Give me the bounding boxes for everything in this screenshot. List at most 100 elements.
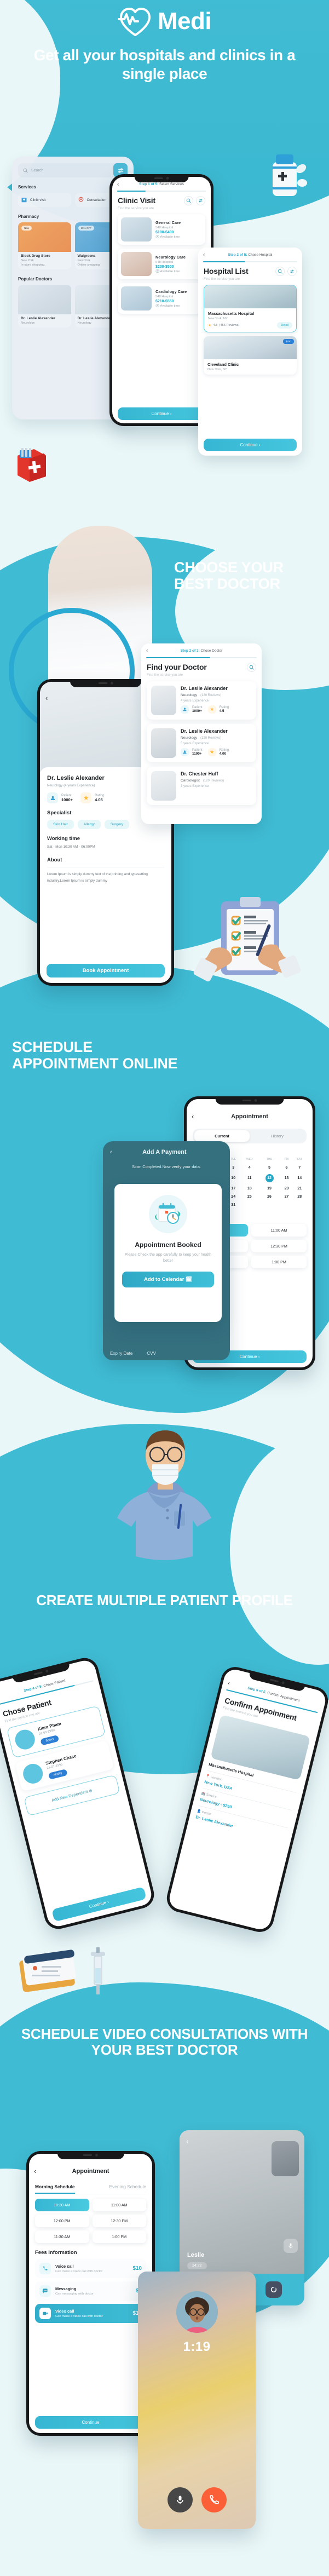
- calendar-day[interactable]: 18: [241, 1185, 258, 1193]
- fees-phone: ‹ Appointment Morning Schedule Evening S…: [26, 2151, 155, 2436]
- calendar-day[interactable]: 6: [281, 1164, 293, 1172]
- star-icon: ★: [207, 748, 216, 756]
- doctor-photo: [151, 686, 176, 715]
- chevron-left-icon[interactable]: ‹: [186, 2137, 189, 2146]
- tab-evening-schedule[interactable]: Evening Schedule: [109, 2184, 146, 2194]
- time-slot[interactable]: 1:00 PM: [92, 2230, 146, 2243]
- fee-option-video-call[interactable]: Video call Can make a video call with do…: [35, 2304, 146, 2323]
- star-icon: ★: [80, 792, 92, 803]
- back-button[interactable]: ‹: [117, 181, 125, 187]
- service-row[interactable]: Cardiology Care 548 Hospital $210-$550 🕘…: [118, 283, 205, 314]
- doctor-list-item[interactable]: Dr. Leslie Alexander Neurology (120 Revie…: [147, 724, 256, 762]
- calendar-day[interactable]: 19: [258, 1185, 281, 1193]
- search-icon[interactable]: [275, 267, 285, 276]
- hospital-price: $750: [282, 339, 294, 344]
- search-icon[interactable]: [184, 196, 193, 205]
- book-appointment-button[interactable]: Book Appointment: [47, 964, 165, 978]
- phone-notch: [215, 1096, 284, 1105]
- calendar-day[interactable]: 21: [292, 1185, 307, 1193]
- continue-button[interactable]: Continue ›: [118, 407, 205, 420]
- time-slot[interactable]: 11:30 AM: [35, 2230, 89, 2243]
- mic-icon[interactable]: [167, 2487, 193, 2512]
- calendar-day-selected[interactable]: 12: [258, 1172, 281, 1185]
- hospital-detail-button[interactable]: Detail: [277, 322, 292, 329]
- service-image: [121, 286, 152, 311]
- doctor-list-item[interactable]: Dr. Leslie Alexander Neurology (120 Revie…: [147, 681, 256, 720]
- tab-morning-schedule[interactable]: Morning Schedule: [35, 2184, 75, 2194]
- fee-option-voice-call[interactable]: Voice call Can make a voice call with do…: [35, 2259, 146, 2278]
- back-button[interactable]: ‹: [45, 694, 48, 702]
- self-view-pip[interactable]: [272, 2141, 299, 2176]
- doctor-stats: Patient 1100+ ★ Rating 4.00: [181, 748, 252, 756]
- time-slot[interactable]: 11:00 AM: [92, 2199, 146, 2211]
- continue-button[interactable]: Continue: [35, 2416, 146, 2429]
- patient-stat: Patient 1100+: [181, 748, 203, 756]
- calendar-day[interactable]: 26: [258, 1193, 281, 1201]
- rating-label: Rating: [95, 794, 105, 797]
- service-row[interactable]: General Care 548 Hospital $100-$400 🕘 Av…: [118, 214, 205, 245]
- doctor-name: Dr. Leslie Alexander: [181, 686, 228, 691]
- step-indicator: Step 1 of 5: Select Services: [139, 182, 184, 186]
- back-button[interactable]: ‹: [203, 252, 211, 258]
- fee-option-messaging[interactable]: Messaging Can messaging with doctor $5: [35, 2281, 146, 2301]
- time-slot[interactable]: 12:00 PM: [35, 2215, 89, 2227]
- search-icon: [23, 168, 28, 173]
- calendar-day[interactable]: 25: [241, 1193, 258, 1201]
- doctor-list-item[interactable]: Dr. Chester Huff Cardiologist (120 Review…: [147, 767, 256, 805]
- tab-history[interactable]: History: [250, 1130, 305, 1142]
- end-call-icon[interactable]: [201, 2487, 227, 2512]
- time-slot[interactable]: 12:30 PM: [251, 1240, 307, 1252]
- service-label: Clinic visit: [30, 198, 46, 202]
- service-row[interactable]: Neurology Care 548 Hospital $200-$500 🕘 …: [118, 249, 205, 279]
- calendar-day: [281, 1201, 293, 1209]
- filter-icon[interactable]: [196, 196, 205, 205]
- calendar-icon: 🗓: [185, 1277, 193, 1283]
- tab-current[interactable]: Current: [194, 1130, 250, 1142]
- time-slot[interactable]: 11:00 AM: [251, 1224, 307, 1237]
- continue-button[interactable]: Continue ›: [51, 1887, 147, 1922]
- pharmacy-note: In-store shopping.: [21, 263, 45, 267]
- camera-switch-icon[interactable]: [265, 2281, 282, 2298]
- back-button[interactable]: ‹: [192, 1112, 199, 1120]
- calendar-day[interactable]: 13: [281, 1172, 293, 1185]
- time-slot-selected[interactable]: 10:30 AM: [35, 2199, 89, 2211]
- pharmacy-card[interactable]: New Block Drug Store New York In-store s…: [18, 222, 71, 269]
- specialist-tag[interactable]: Surgery: [104, 820, 129, 829]
- doctor-card[interactable]: Dr. Leslie Alexander Neurology: [18, 285, 71, 327]
- patient-modify-button[interactable]: Modify: [48, 1768, 68, 1780]
- search-input[interactable]: Search: [18, 163, 128, 177]
- time-slot[interactable]: 12:30 PM: [92, 2215, 146, 2227]
- specialist-tag[interactable]: Skin Hair: [47, 820, 74, 829]
- weekday-label: SAT: [297, 1158, 302, 1161]
- calendar-day[interactable]: 28: [292, 1193, 307, 1201]
- calendar-day[interactable]: 20: [281, 1185, 293, 1193]
- pharmacy-location: New York: [21, 259, 34, 262]
- video-icon: [39, 2308, 51, 2319]
- calendar-day[interactable]: 27: [281, 1193, 293, 1201]
- hospital-card[interactable]: $750 Cleveland Clinic New York, NY: [204, 336, 297, 375]
- calendar-day[interactable]: 4: [241, 1164, 258, 1172]
- calendar-day[interactable]: 11: [241, 1172, 258, 1185]
- patient-select-button[interactable]: Select: [40, 1734, 60, 1746]
- service-item[interactable]: Clinic visit: [18, 193, 71, 207]
- calendar-day[interactable]: 7: [292, 1164, 307, 1172]
- about-text: Lorem Ipsum is simply dummy text of the …: [47, 872, 148, 883]
- specialist-tag[interactable]: Allergy: [77, 820, 101, 829]
- working-time-value: Sat - Mon 10:30 AM - 06:00PM: [47, 845, 95, 849]
- continue-button[interactable]: Continue ›: [204, 439, 297, 451]
- calendar-day[interactable]: 5: [258, 1164, 281, 1172]
- expiry-date-label: Expiry Date: [110, 1351, 133, 1356]
- weekday-label: FRI: [284, 1158, 289, 1161]
- back-button[interactable]: ‹: [146, 648, 154, 654]
- calendar-day[interactable]: 14: [292, 1172, 307, 1185]
- add-to-calendar-button[interactable]: Add to Celendar 🗓: [122, 1272, 214, 1288]
- hospital-card[interactable]: Massachusetts Hospital New York, NY ★ 4.…: [204, 285, 297, 332]
- search-icon[interactable]: [247, 663, 256, 672]
- filter-icon[interactable]: [287, 267, 297, 276]
- time-slot[interactable]: 1:00 PM: [251, 1256, 307, 1268]
- mic-icon[interactable]: [284, 2239, 298, 2253]
- plus-circle-icon: ⊕: [88, 1787, 93, 1794]
- rating-value: 4.5: [219, 709, 224, 713]
- pharmacy-image: New: [18, 222, 71, 252]
- back-button[interactable]: ‹: [34, 2167, 42, 2175]
